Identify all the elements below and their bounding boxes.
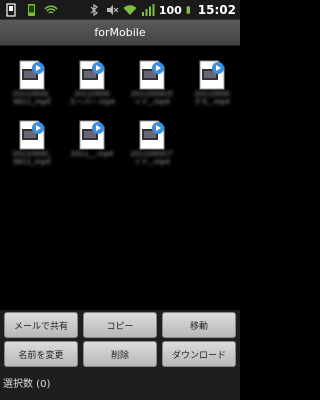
file-item[interactable]: 20110930 デモ_.mp4: [187, 52, 237, 107]
download-button[interactable]: ダウンロード: [162, 341, 236, 367]
file-name: 2011__.mp4: [70, 150, 114, 158]
file-item[interactable]: 20110930_ 6611_mp4: [7, 52, 57, 107]
signal-icon: [141, 4, 155, 16]
video-file-icon: [199, 60, 225, 90]
file-name: 20110930ガ イド_.mp4: [130, 90, 174, 106]
video-file-icon: [139, 60, 165, 90]
bluetooth-icon: [90, 3, 98, 17]
copy-button[interactable]: コピー: [83, 312, 157, 338]
mute-icon: [106, 5, 119, 15]
file-name: 20110930 デモ_.mp4: [194, 90, 230, 106]
video-file-icon: [19, 120, 45, 150]
video-file-icon: [139, 120, 165, 150]
wifi-hotspot-icon: [44, 5, 58, 14]
status-bar: 100 15:02: [0, 0, 240, 20]
share-mail-button[interactable]: メールで共有: [4, 312, 78, 338]
usb-icon: [6, 3, 16, 17]
battery-level: 100: [158, 3, 182, 17]
action-bar: メールで共有 コピー 移動 名前を変更 削除 ダウンロード: [0, 310, 240, 370]
wifi-icon: [123, 5, 137, 15]
file-name: 20110930_ 6611_mp4: [12, 90, 52, 106]
title-bar: forMobile: [0, 20, 240, 46]
file-grid: 20110930_ 6611_mp4 20110930 スーパー.mp4 201…: [0, 46, 240, 310]
video-file-icon: [79, 60, 105, 90]
file-item[interactable]: 20110930ガ イド_.mp4: [127, 52, 177, 107]
selection-status: 選択数 (0): [0, 370, 240, 400]
phone-icon: [28, 4, 35, 16]
clock: 15:02: [197, 3, 236, 17]
video-file-icon: [19, 60, 45, 90]
rename-button[interactable]: 名前を変更: [4, 341, 78, 367]
move-button[interactable]: 移動: [162, 312, 236, 338]
file-name: 20110930ア イド_.mp4: [130, 150, 174, 166]
file-item[interactable]: 20110930ア イド_.mp4: [127, 112, 177, 167]
video-file-icon: [79, 120, 105, 150]
file-item[interactable]: 2011__.mp4: [67, 112, 117, 167]
selection-count: 選択数 (0): [3, 379, 51, 390]
app-title: forMobile: [94, 26, 146, 39]
file-item[interactable]: 20110930 スーパー.mp4: [67, 52, 117, 107]
file-name: 20110930_ 6611_mp4: [12, 150, 52, 166]
delete-button[interactable]: 削除: [83, 341, 157, 367]
file-item[interactable]: 20110930_ 6611_mp4: [7, 112, 57, 167]
battery-icon: [186, 6, 190, 14]
file-name: 20110930 スーパー.mp4: [69, 90, 115, 106]
